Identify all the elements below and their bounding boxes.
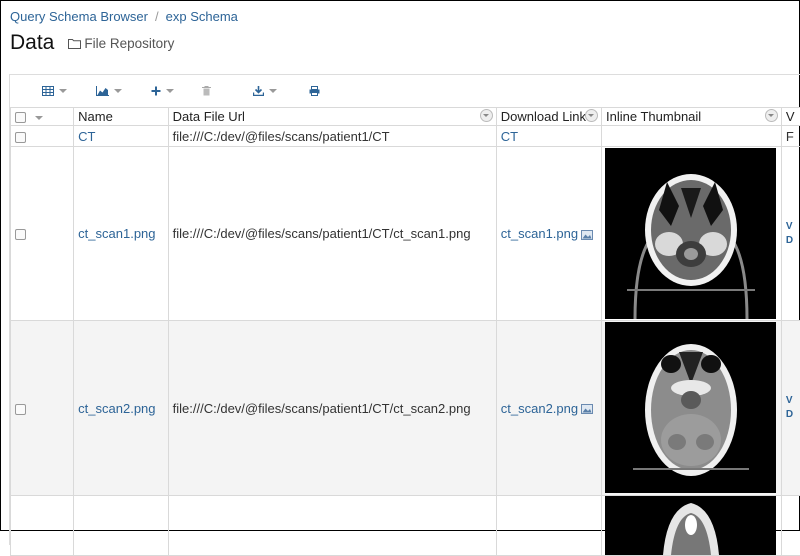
next-cell: VD [781,321,800,496]
chevron-down-icon [166,89,174,93]
grid-view-button[interactable] [42,83,67,99]
name-link[interactable]: CT [78,129,95,144]
insert-button[interactable] [151,83,174,99]
row-select-cell [11,321,74,496]
next-cell-link[interactable]: V [786,220,800,234]
name-link[interactable]: ct_scan2.png [78,401,155,416]
image-file-icon [581,230,593,240]
page-subtitle: File Repository [68,36,174,51]
page-title: Data [10,31,54,55]
name-cell [74,496,169,556]
thumbnail-cell [602,496,782,556]
column-header-next-label: V [786,109,795,124]
column-header-name[interactable]: Name [74,108,169,126]
chevron-down-icon[interactable] [35,116,43,120]
name-link[interactable]: ct_scan1.png [78,226,155,241]
breadcrumb-separator: / [155,9,159,24]
table-row: ct_scan2.png file:///C:/dev/@files/scans… [11,321,800,496]
ct-scan-thumbnail[interactable] [605,322,776,493]
print-button[interactable] [309,83,320,99]
chevron-down-icon [269,89,277,93]
print-icon [309,86,320,96]
column-header-next[interactable]: V [781,108,800,126]
header-row: Name Data File Url Download Link Inline … [11,108,800,126]
toolbar [10,75,800,107]
column-header-download-link[interactable]: Download Link [496,108,601,126]
column-header-name-label: Name [78,109,113,124]
row-checkbox[interactable] [15,404,26,415]
chart-icon [96,86,109,96]
download-link[interactable]: CT [501,129,518,144]
name-cell: CT [74,126,169,147]
thumbnail-cell [602,147,782,321]
next-cell-link[interactable]: V [786,394,800,408]
url-cell [168,496,496,556]
column-header-data-file-url[interactable]: Data File Url [168,108,496,126]
next-cell-link-2[interactable]: D [786,234,800,248]
table-row [11,496,800,556]
charts-button[interactable] [96,83,122,99]
row-checkbox[interactable] [15,229,26,240]
image-file-icon [581,404,593,414]
chevron-down-icon [114,89,122,93]
breadcrumb-exp-schema[interactable]: exp Schema [166,9,238,24]
next-cell [781,496,800,556]
column-header-inline-thumbnail[interactable]: Inline Thumbnail [602,108,782,126]
download-link[interactable]: ct_scan1.png [501,226,578,241]
name-cell: ct_scan1.png [74,147,169,321]
data-grid: Name Data File Url Download Link Inline … [10,107,800,556]
row-checkbox[interactable] [15,132,26,143]
plus-icon [151,86,161,96]
download-cell: CT [496,126,601,147]
download-icon [253,86,264,96]
column-header-data-file-url-label: Data File Url [173,109,245,124]
thumbnail-cell [602,321,782,496]
row-select-cell [11,147,74,321]
trash-icon [202,86,211,96]
folder-icon [68,38,81,49]
column-header-download-link-label: Download Link [501,109,586,124]
subtitle-text: File Repository [84,36,174,51]
url-cell: file:///C:/dev/@files/scans/patient1/CT/… [168,321,496,496]
url-cell: file:///C:/dev/@files/scans/patient1/CT [168,126,496,147]
grid-panel: Name Data File Url Download Link Inline … [9,74,800,545]
column-menu-icon[interactable] [765,109,778,122]
select-all-header[interactable] [11,108,74,126]
download-link[interactable]: ct_scan2.png [501,401,578,416]
column-menu-icon[interactable] [585,109,598,122]
table-row: ct_scan1.png file:///C:/dev/@files/scans… [11,147,800,321]
download-cell: ct_scan2.png [496,321,601,496]
table-row: CT file:///C:/dev/@files/scans/patient1/… [11,126,800,147]
next-cell: VD [781,147,800,321]
ct-scan-thumbnail[interactable] [605,496,776,556]
download-cell: ct_scan1.png [496,147,601,321]
title-row: Data File Repository [10,31,174,55]
chevron-down-icon [59,89,67,93]
grid-view-icon [42,86,54,96]
ct-scan-thumbnail[interactable] [605,148,776,319]
next-cell-link-2[interactable]: D [786,408,800,422]
next-cell: F [781,126,800,147]
name-cell: ct_scan2.png [74,321,169,496]
select-all-checkbox[interactable] [15,112,26,123]
column-menu-icon[interactable] [480,109,493,122]
breadcrumb-query-schema-browser[interactable]: Query Schema Browser [10,9,148,24]
delete-button[interactable] [202,83,211,99]
column-header-inline-thumbnail-label: Inline Thumbnail [606,109,701,124]
thumbnail-cell [602,126,782,147]
breadcrumb: Query Schema Browser / exp Schema [10,9,238,24]
export-button[interactable] [253,83,277,99]
row-select-cell [11,496,74,556]
url-cell: file:///C:/dev/@files/scans/patient1/CT/… [168,147,496,321]
row-select-cell [11,126,74,147]
download-cell [496,496,601,556]
